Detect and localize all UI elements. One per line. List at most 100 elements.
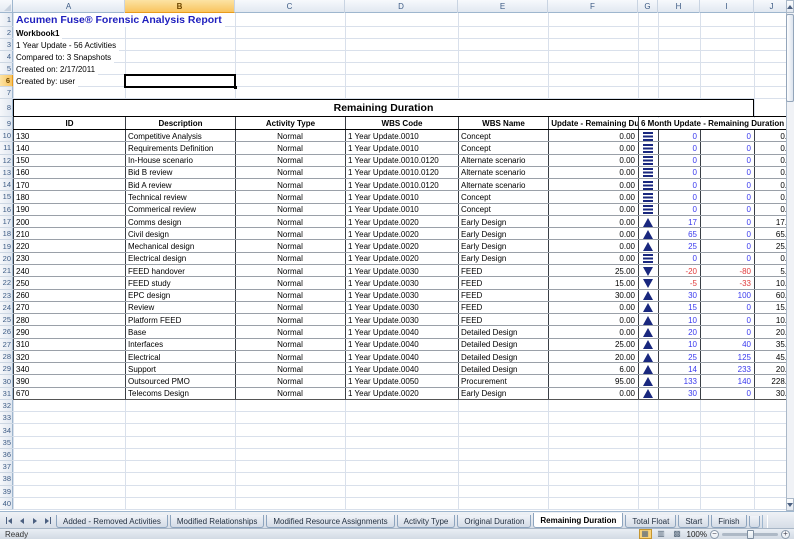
row-header-7[interactable]: 7	[0, 87, 13, 99]
cell-A19[interactable]: 220	[14, 240, 124, 252]
cell-C22[interactable]: Normal	[236, 277, 344, 289]
cell-I30[interactable]: 140	[701, 375, 753, 387]
row-header-8[interactable]: 8	[0, 99, 13, 117]
cell-F26[interactable]: 0.00	[549, 326, 637, 338]
cell-J26[interactable]: 20.	[755, 326, 786, 338]
cell-H15[interactable]: 0	[659, 191, 699, 203]
cell-H26[interactable]: 20	[659, 326, 699, 338]
cell-G26[interactable]	[639, 326, 657, 338]
row-header-32[interactable]: 32	[0, 400, 13, 412]
cell-D23[interactable]: 1 Year Update.0030	[346, 290, 457, 302]
row-header-5[interactable]: 5	[0, 63, 13, 75]
cell-E15[interactable]: Concept	[459, 191, 547, 203]
row-header-16[interactable]: 16	[0, 204, 13, 216]
row-header-18[interactable]: 18	[0, 228, 13, 240]
cell-D11[interactable]: 1 Year Update.0010	[346, 142, 457, 154]
row-header-40[interactable]: 40	[0, 498, 13, 510]
cell-E30[interactable]: Procurement	[459, 375, 547, 387]
cell-I12[interactable]: 0	[701, 155, 753, 167]
column-header-A[interactable]: A	[13, 0, 125, 13]
column-header-B[interactable]: B	[125, 0, 235, 13]
cell-E26[interactable]: Detailed Design	[459, 326, 547, 338]
cell-H12[interactable]: 0	[659, 155, 699, 167]
cell-E22[interactable]: FEED	[459, 277, 547, 289]
sheet-tab-modified-resource-assignments[interactable]: Modified Resource Assignments	[266, 515, 394, 528]
cell-D15[interactable]: 1 Year Update.0010	[346, 191, 457, 203]
cell-G30[interactable]	[639, 375, 657, 387]
scroll-up-button[interactable]	[786, 0, 794, 13]
table-header-4[interactable]: WBS Name	[459, 118, 548, 129]
column-header-G[interactable]: G	[638, 0, 658, 13]
zoom-in-button[interactable]: +	[781, 530, 790, 539]
cell-H22[interactable]: -5	[659, 277, 699, 289]
row-header-34[interactable]: 34	[0, 424, 13, 436]
cell-D26[interactable]: 1 Year Update.0040	[346, 326, 457, 338]
row-header-36[interactable]: 36	[0, 449, 13, 461]
row-header-4[interactable]: 4	[0, 51, 13, 63]
cell-B11[interactable]: Requirements Definition	[126, 142, 234, 154]
cell-C23[interactable]: Normal	[236, 290, 344, 302]
spreadsheet-grid[interactable]: ABCDEFGHIJ123456789101112131415161718192…	[0, 0, 786, 511]
cell-D22[interactable]: 1 Year Update.0030	[346, 277, 457, 289]
cell-A11[interactable]: 140	[14, 142, 124, 154]
cell-B19[interactable]: Mechanical design	[126, 240, 234, 252]
column-header-F[interactable]: F	[548, 0, 638, 13]
select-all-corner[interactable]	[0, 0, 13, 13]
table-header-6[interactable]: 6 Month Update - Remaining Duration	[639, 118, 786, 129]
cell-F22[interactable]: 15.00	[549, 277, 637, 289]
row-header-37[interactable]: 37	[0, 461, 13, 473]
cell-C26[interactable]: Normal	[236, 326, 344, 338]
cell-D30[interactable]: 1 Year Update.0050	[346, 375, 457, 387]
insert-worksheet-tab[interactable]	[749, 516, 760, 528]
sheet-tab-modified-relationships[interactable]: Modified Relationships	[170, 515, 265, 528]
zoom-slider[interactable]	[722, 533, 778, 536]
cell-F15[interactable]: 0.00	[549, 191, 637, 203]
row-header-24[interactable]: 24	[0, 302, 13, 314]
cell-C12[interactable]: Normal	[236, 155, 344, 167]
row-header-39[interactable]: 39	[0, 486, 13, 498]
row-header-9[interactable]: 9	[0, 117, 13, 130]
last-sheet-button[interactable]	[42, 515, 53, 526]
cell-F12[interactable]: 0.00	[549, 155, 637, 167]
row-header-35[interactable]: 35	[0, 437, 13, 449]
cell-B15[interactable]: Technical review	[126, 191, 234, 203]
cell-I15[interactable]: 0	[701, 191, 753, 203]
table-header-3[interactable]: WBS Code	[346, 118, 458, 129]
cell-G19[interactable]	[639, 240, 657, 252]
cell-B23[interactable]: EPC design	[126, 290, 234, 302]
cell-G22[interactable]	[639, 277, 657, 289]
row-header-3[interactable]: 3	[0, 39, 13, 51]
cell-E12[interactable]: Alternate scenario	[459, 155, 547, 167]
normal-view-button[interactable]: ▦	[639, 529, 652, 539]
cell-E19[interactable]: Early Design	[459, 240, 547, 252]
cell-A22[interactable]: 250	[14, 277, 124, 289]
cell-G23[interactable]	[639, 290, 657, 302]
cell-C19[interactable]: Normal	[236, 240, 344, 252]
cell-G15[interactable]	[639, 191, 657, 203]
cell-J12[interactable]: 0.	[755, 155, 786, 167]
cell-I19[interactable]: 0	[701, 240, 753, 252]
row-header-14[interactable]: 14	[0, 179, 13, 191]
selected-cell-outline[interactable]	[124, 74, 236, 88]
cell-J30[interactable]: 228.	[755, 375, 786, 387]
cell-A30[interactable]: 390	[14, 375, 124, 387]
cell-D12[interactable]: 1 Year Update.0010.0120	[346, 155, 457, 167]
cell-C15[interactable]: Normal	[236, 191, 344, 203]
previous-sheet-button[interactable]	[16, 515, 27, 526]
row-header-19[interactable]: 19	[0, 240, 13, 252]
cell-I23[interactable]: 100	[701, 290, 753, 302]
table-header-1[interactable]: Description	[126, 118, 235, 129]
zoom-slider-thumb[interactable]	[747, 530, 754, 539]
row-header-1[interactable]: 1	[0, 13, 13, 27]
tab-split-handle[interactable]	[762, 515, 768, 528]
cell-D19[interactable]: 1 Year Update.0020	[346, 240, 457, 252]
row-header-22[interactable]: 22	[0, 277, 13, 289]
column-header-D[interactable]: D	[345, 0, 458, 13]
column-header-E[interactable]: E	[458, 0, 548, 13]
cell-F30[interactable]: 95.00	[549, 375, 637, 387]
row-header-26[interactable]: 26	[0, 326, 13, 338]
cell-J15[interactable]: 0.	[755, 191, 786, 203]
row-header-31[interactable]: 31	[0, 388, 13, 400]
row-header-10[interactable]: 10	[0, 130, 13, 142]
cell-J23[interactable]: 60.	[755, 290, 786, 302]
